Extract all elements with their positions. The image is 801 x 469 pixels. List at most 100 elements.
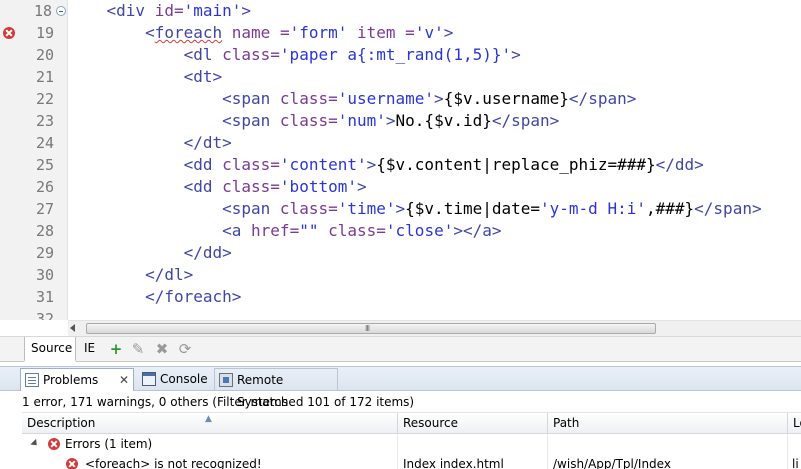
gutter-line: 30	[0, 264, 68, 286]
code-line[interactable]: <dt>	[68, 66, 801, 88]
line-number: 28	[35, 222, 54, 240]
code-token: <dd	[183, 155, 223, 174]
table-row[interactable]: <foreach> is not recognized! Index index…	[22, 454, 801, 469]
code-line[interactable]: </dl>	[68, 264, 801, 286]
column-description-label: Description	[27, 416, 96, 430]
tab-remote-systems[interactable]: Remote Systems	[214, 368, 338, 409]
close-icon[interactable]: ✕	[119, 369, 129, 391]
refresh-icon[interactable]: ⟳	[177, 341, 193, 357]
group-description-cell: Errors (1 item)	[22, 434, 398, 454]
problems-table: Description ▲ Resource Path Lo Errors (1…	[22, 412, 801, 469]
code-line[interactable]: <foreach name ='form' item ='v'>	[68, 22, 801, 44]
gutter-line: 31	[0, 286, 68, 308]
code-line[interactable]: <dd class='bottom'>	[68, 176, 801, 198]
code-token: class=	[222, 45, 280, 64]
code-token: >	[366, 155, 377, 174]
group-label: Errors (1 item)	[65, 437, 153, 451]
group-location-cell	[788, 434, 801, 454]
table-row-group[interactable]: Errors (1 item)	[22, 434, 801, 454]
code-token: <div	[106, 1, 155, 20]
line-number: 23	[35, 112, 54, 130]
code-line[interactable]	[68, 308, 801, 320]
code-token: <span	[222, 199, 280, 218]
code-token: 'form'	[289, 23, 348, 42]
code-token: 'close'	[385, 221, 454, 240]
code-editor[interactable]: 18 19 20 21 22 23 24 25 26 27 28 29 30 31 32 <div id='…	[0, 0, 801, 320]
code-line[interactable]: </foreach>	[68, 286, 801, 308]
gutter-line: 20	[0, 44, 68, 66]
tab-source[interactable]: Source	[24, 337, 76, 362]
gutter-line: 32	[0, 308, 68, 320]
code-token: >	[395, 199, 406, 218]
code-token: 'content'	[279, 155, 367, 174]
code-token: </dd>	[655, 155, 704, 174]
column-resource[interactable]: Resource	[398, 413, 548, 434]
problems-summary: 1 error, 171 warnings, 0 others (Filter …	[22, 395, 415, 409]
scrollbar-grip: III	[365, 324, 370, 333]
code-line[interactable]: <span class='time'>{$v.time|date='y-m-d …	[68, 198, 801, 220]
plus-icon[interactable]: +	[108, 341, 124, 357]
gutter-line: 29	[0, 242, 68, 264]
console-icon	[142, 372, 156, 386]
column-path[interactable]: Path	[548, 413, 788, 434]
code-token: 'paper a{:mt_rand(1,5)}'	[279, 45, 512, 64]
path-cell: /wish/App/Tpl/Index	[548, 454, 788, 469]
code-token: class=	[279, 89, 338, 108]
x-icon[interactable]: ✖	[154, 341, 170, 357]
column-description[interactable]: Description ▲	[22, 413, 398, 434]
code-line[interactable]: <dl class='paper a{:mt_rand(1,5)}'>	[68, 44, 801, 66]
tab-ie[interactable]: IE	[78, 337, 104, 362]
line-number: 25	[35, 156, 54, 174]
code-token: 'num'	[337, 111, 386, 130]
gutter-line: 25	[0, 154, 68, 176]
location-cell: li	[792, 457, 799, 469]
scrollbar-thumb[interactable]: III	[86, 323, 656, 334]
line-number: 24	[35, 134, 54, 152]
code-token: </span>	[694, 199, 762, 218]
code-line[interactable]: <dd class='content'>{$v.content|replace_…	[68, 154, 801, 176]
fold-collapse-icon[interactable]	[56, 6, 66, 16]
column-location[interactable]: Lo	[788, 413, 801, 434]
problem-description: <foreach> is not recognized!	[85, 457, 262, 469]
error-icon	[66, 458, 78, 469]
tab-console[interactable]: Console	[138, 368, 212, 390]
code-token: >	[385, 111, 396, 130]
code-token: {$v.username}	[443, 89, 569, 108]
editor-mode-tabs: Source IE + ✎ ✖ ⟳	[0, 336, 801, 362]
code-token: <a	[222, 221, 252, 240]
code-token: <	[145, 23, 155, 42]
code-line[interactable]: </dd>	[68, 242, 801, 264]
code-token: >	[443, 23, 454, 42]
code-area[interactable]: <div id='main'> <foreach name ='form' it…	[68, 0, 801, 320]
line-number: 30	[35, 266, 54, 284]
code-line[interactable]: <span class='username'>{$v.username}</sp…	[68, 88, 801, 110]
code-token: <span	[222, 89, 280, 108]
line-number: 32	[35, 310, 54, 320]
group-resource-cell	[398, 434, 548, 454]
gutter-line: 19	[0, 22, 68, 44]
error-marker-icon[interactable]	[3, 27, 15, 39]
code-line[interactable]: <div id='main'>	[68, 0, 801, 22]
code-token: 'y-m-d H:i'	[540, 199, 646, 218]
gutter-line: 23	[0, 110, 68, 132]
expand-collapse-icon[interactable]	[30, 438, 40, 449]
code-token: ></a>	[453, 221, 502, 240]
code-token: </dd>	[183, 243, 232, 262]
code-token: >	[356, 177, 367, 196]
pencil-icon[interactable]: ✎	[130, 341, 146, 357]
code-token: >	[241, 1, 252, 20]
line-number: 21	[35, 68, 54, 86]
code-line[interactable]: <a href="" class='close'></a>	[68, 220, 801, 242]
code-line[interactable]: <span class='num'>No.{$v.id}</span>	[68, 110, 801, 132]
scroll-left-arrow-icon[interactable]	[70, 324, 75, 332]
tab-problems[interactable]: Problems ✕	[20, 368, 134, 391]
gutter-line: 24	[0, 132, 68, 154]
code-token: name =	[222, 23, 290, 42]
gutter-line: 22	[0, 88, 68, 110]
horizontal-scrollbar[interactable]: III	[68, 320, 801, 336]
code-token: {$v.content|replace_phiz=###}	[376, 155, 656, 174]
code-line[interactable]: </dt>	[68, 132, 801, 154]
